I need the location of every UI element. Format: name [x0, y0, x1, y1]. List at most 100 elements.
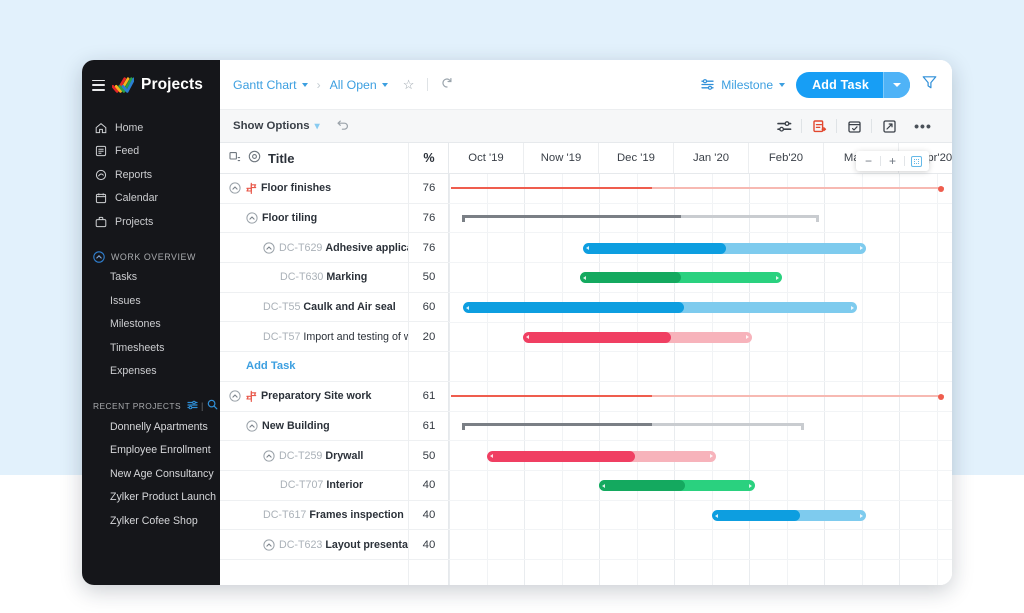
sidebar-item-timesheets[interactable]: Timesheets [82, 336, 220, 360]
funnel-icon[interactable] [921, 74, 938, 96]
percent-rows: 76 76 76 50 60 20 61 61 50 40 40 40 [409, 174, 449, 560]
task-name: Marking [326, 271, 368, 284]
sidebar-item-tasks[interactable]: Tasks [82, 266, 220, 290]
list-item[interactable]: Donnelly Apartments [82, 415, 220, 439]
sidebar-item-milestones[interactable]: Milestones [82, 313, 220, 337]
bar-handle-left-icon[interactable] [586, 246, 589, 251]
task-bar[interactable] [583, 242, 866, 254]
search-icon[interactable] [207, 399, 218, 412]
column-resize-icon[interactable] [229, 151, 241, 166]
chevron-down-icon[interactable] [301, 82, 308, 87]
table-row[interactable]: Preparatory Site work [220, 382, 408, 412]
list-item[interactable]: New Age Consultancy [82, 462, 220, 486]
breadcrumb-item-filter[interactable]: All Open [330, 78, 377, 92]
list-item[interactable]: Zylker Product Launch [82, 486, 220, 510]
expander-icon[interactable] [229, 390, 241, 402]
row-separator [449, 232, 952, 234]
expander-icon[interactable] [229, 182, 241, 194]
summary-cap-left [462, 215, 465, 223]
sidebar-item-projects[interactable]: Projects [82, 210, 220, 234]
bar-handle-right-icon[interactable] [776, 275, 779, 280]
gridline [561, 174, 563, 585]
add-task-dropdown[interactable] [884, 71, 910, 98]
summary-bar[interactable] [462, 422, 804, 430]
table-row[interactable]: DC-T629Adhesive application [220, 233, 408, 264]
calendar-check-icon[interactable] [837, 119, 871, 134]
chevron-down-icon[interactable] [381, 82, 388, 87]
add-task-link[interactable]: Add Task [246, 360, 296, 372]
table-row[interactable]: Floor finishes [220, 174, 408, 204]
sidebar-item-reports[interactable]: Reports [82, 163, 220, 187]
work-overview-header[interactable]: WORK OVERVIEW [82, 250, 220, 263]
sidebar-item-issues[interactable]: Issues [82, 289, 220, 313]
task-table: Title Floor finishes Floor tiling DC-T629 A… [220, 143, 449, 585]
bar-handle-left-icon[interactable] [526, 335, 529, 340]
expander-icon[interactable] [246, 420, 258, 432]
task-bar[interactable] [487, 450, 716, 462]
list-item[interactable]: Employee Enrollment [82, 439, 220, 463]
expander-icon[interactable] [263, 449, 275, 462]
bar-handle-left-icon[interactable] [715, 513, 718, 518]
task-name: Caulk and Air seal [303, 301, 396, 314]
refresh-icon[interactable] [441, 77, 453, 92]
undo-icon[interactable] [336, 119, 349, 134]
recent-projects-header: RECENT PROJECTS | [82, 399, 220, 412]
layers-icon[interactable] [767, 120, 801, 133]
table-row[interactable]: DC-T617 Frames inspection [220, 501, 408, 531]
list-item[interactable]: Zylker Cofee Shop [82, 509, 220, 533]
percent-cell: 50 [409, 441, 449, 471]
bar-handle-right-icon[interactable] [746, 335, 749, 340]
fit-to-screen-icon[interactable] [911, 155, 922, 167]
table-row[interactable]: Floor tiling [220, 204, 408, 234]
table-row[interactable]: DC-T57Import and testing of woo.. [220, 322, 408, 353]
expander-icon[interactable] [263, 242, 275, 254]
task-bar[interactable] [599, 480, 755, 492]
critical-path-icon[interactable] [802, 119, 836, 134]
show-options-button[interactable]: Show Options ▾ [233, 120, 320, 132]
bar-handle-right-icon[interactable] [851, 305, 854, 310]
task-bar[interactable] [580, 272, 782, 284]
bar-handle-left-icon[interactable] [466, 305, 469, 310]
add-task-row[interactable]: Add Task [220, 352, 408, 382]
table-row[interactable]: DC-T623Layout presentation [220, 530, 408, 560]
zoom-in-button[interactable]: + [887, 155, 898, 167]
zoom-out-button[interactable]: − [863, 155, 874, 167]
task-bar[interactable] [463, 302, 857, 314]
zoho-check-logo [112, 76, 134, 93]
bar-handle-left-icon[interactable] [490, 454, 493, 459]
sidebar-item-calendar[interactable]: Calendar [82, 187, 220, 211]
sidebar-item-feed[interactable]: Feed [82, 140, 220, 164]
bar-handle-right-icon[interactable] [860, 513, 863, 518]
table-header-title: Title [220, 143, 408, 174]
add-task-button[interactable]: Add Task [796, 71, 910, 98]
expander-icon[interactable] [263, 538, 275, 551]
task-bar-progress [580, 272, 681, 284]
milestone-bar[interactable] [451, 184, 944, 193]
table-row[interactable]: DC-T630 Marking [220, 263, 408, 293]
breadcrumb-item-view[interactable]: Gantt Chart [233, 78, 297, 92]
sort-icon[interactable] [187, 400, 198, 412]
fullscreen-icon[interactable] [872, 119, 906, 134]
table-row[interactable]: DC-T707 Interior [220, 471, 408, 501]
select-circle-icon[interactable] [248, 150, 261, 166]
sidebar-item-home[interactable]: Home [82, 116, 220, 140]
star-icon[interactable]: ☆ [403, 77, 415, 93]
sidebar-item-expenses[interactable]: Expenses [82, 360, 220, 384]
bar-handle-right-icon[interactable] [710, 454, 713, 459]
more-options-icon[interactable]: ••• [906, 118, 940, 134]
task-bar[interactable] [712, 510, 866, 522]
expander-icon[interactable] [246, 212, 258, 224]
milestone-selector[interactable]: Milestone [701, 78, 786, 92]
bar-handle-left-icon[interactable] [583, 275, 586, 280]
summary-bar[interactable] [462, 215, 819, 223]
table-row[interactable]: New Building [220, 412, 408, 442]
gridline [636, 174, 638, 585]
hamburger-icon[interactable] [92, 79, 105, 91]
table-row[interactable]: DC-T259 Drywall [220, 441, 408, 471]
milestone-bar[interactable] [451, 392, 944, 401]
table-row[interactable]: DC-T55 Caulk and Air seal [220, 293, 408, 323]
bar-handle-right-icon[interactable] [860, 246, 863, 251]
task-bar[interactable] [523, 331, 752, 343]
bar-handle-left-icon[interactable] [602, 483, 605, 488]
bar-handle-right-icon[interactable] [749, 483, 752, 488]
